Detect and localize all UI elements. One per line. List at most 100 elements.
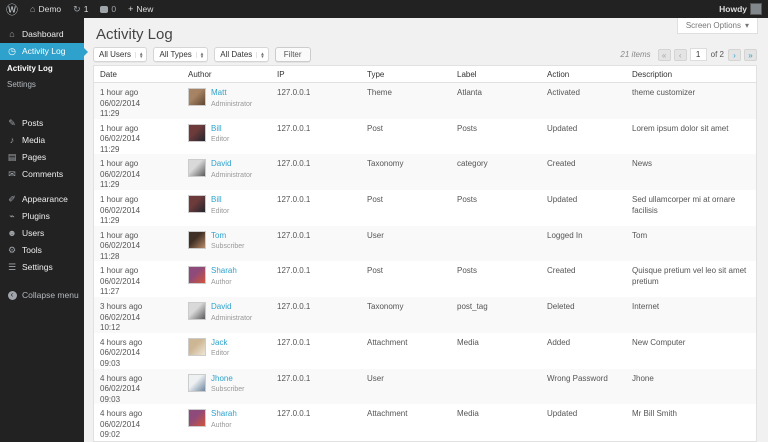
filter-button[interactable]: Filter <box>274 47 311 62</box>
first-page-button[interactable]: « <box>657 48 671 61</box>
site-name: Demo <box>38 4 62 14</box>
author-link[interactable]: Jack <box>211 338 229 349</box>
author-avatar <box>188 266 206 285</box>
type-cell: Attachment <box>367 409 408 419</box>
sidebar-item-label: Collapse menu <box>22 289 79 300</box>
screen-options-label: Screen Options <box>685 21 741 30</box>
sidebar-item-label: Posts <box>22 118 44 129</box>
action-cell: Updated <box>547 195 578 205</box>
table-row: 1 hour ago 06/02/2014 11:27 Sharah Author … <box>94 261 756 297</box>
label-cell: Posts <box>457 195 478 205</box>
update-count: 1 <box>83 4 89 14</box>
table-row: 3 hours ago 06/02/2014 10:12 David Adminis… <box>94 297 756 333</box>
total-pages-text: of 2 <box>710 50 724 59</box>
admin-sidebar: ⌂ Dashboard ◷ Activity Log Activity Log S… <box>0 18 84 442</box>
description-cell: News <box>632 159 653 169</box>
action-cell: Deleted <box>547 302 575 312</box>
my-account-link[interactable]: Howdy <box>713 0 768 18</box>
author-avatar <box>188 337 206 356</box>
sidebar-item-collapse[interactable]: ‹ Collapse menu <box>0 286 84 304</box>
author-link[interactable]: Matt <box>211 88 252 99</box>
description-cell: Internet <box>632 302 660 312</box>
author-cell: Bill Editor <box>182 119 271 155</box>
site-name-link[interactable]: ⌂ Demo <box>24 0 67 18</box>
sidebar-item-appearance[interactable]: ✐ Appearance <box>0 191 84 208</box>
type-cell: Attachment <box>367 337 408 347</box>
sidebar-item-posts[interactable]: ✎ Posts <box>0 115 84 132</box>
users-filter-value: All Users <box>99 50 132 59</box>
wordpress-logo-icon: Ⓦ <box>6 2 19 17</box>
sidebar-item-settings[interactable]: ☰ Settings <box>0 259 84 276</box>
users-filter-select[interactable]: All Users ▲ ▼ <box>93 47 148 62</box>
author-link[interactable]: David <box>211 159 252 170</box>
wp-logo-button[interactable]: Ⓦ <box>0 0 24 18</box>
sidebar-item-label: Comments <box>22 169 64 180</box>
sidebar-item-comments[interactable]: ✉ Comments <box>0 166 84 183</box>
sidebar-item-tools[interactable]: ⚙ Tools <box>0 242 84 259</box>
action-cell: Created <box>547 159 576 169</box>
ip-cell: 127.0.0.1 <box>277 159 311 169</box>
items-count: 21 items <box>620 50 651 59</box>
column-header-ip[interactable]: IP <box>271 70 361 79</box>
column-header-action[interactable]: Action <box>541 70 626 79</box>
label-cell: post_tag <box>457 302 488 312</box>
sidebar-item-dashboard[interactable]: ⌂ Dashboard <box>0 26 84 43</box>
author-link[interactable]: Bill <box>211 195 229 206</box>
submenu-item-activity-log[interactable]: Activity Log <box>0 61 84 77</box>
author-role: Administrator <box>211 100 253 108</box>
table-row: 1 hour ago 06/02/2014 11:29 David Administ… <box>94 154 756 191</box>
ip-cell: 127.0.0.1 <box>277 266 311 276</box>
column-header-date[interactable]: Date <box>94 70 182 79</box>
author-avatar <box>188 409 206 428</box>
description-cell: New Computer <box>632 337 686 347</box>
types-filter-select[interactable]: All Types ▲ ▼ <box>153 47 209 62</box>
sidebar-item-activity-log[interactable]: ◷ Activity Log <box>0 43 84 60</box>
comments-link[interactable]: 0 <box>94 0 122 18</box>
author-avatar <box>188 123 206 142</box>
submenu-item-settings[interactable]: Settings <box>0 77 84 93</box>
last-page-button[interactable]: » <box>744 48 757 61</box>
column-header-author[interactable]: Author <box>182 70 271 79</box>
column-header-type[interactable]: Type <box>361 70 451 79</box>
sidebar-item-pages[interactable]: ▤ Pages <box>0 149 84 166</box>
description-cell: theme customizer <box>632 88 696 97</box>
author-avatar <box>188 373 206 392</box>
author-link[interactable]: Tom <box>211 231 244 242</box>
type-cell: User <box>367 373 384 383</box>
date-cell: 1 hour ago 06/02/2014 11:29 <box>100 123 141 154</box>
screen-options-tab[interactable]: Screen Options ▾ <box>676 18 758 34</box>
ip-cell: 127.0.0.1 <box>277 373 311 383</box>
author-link[interactable]: Sharah <box>211 409 237 420</box>
dates-filter-select[interactable]: All Dates ▲ ▼ <box>214 47 269 62</box>
date-cell: 1 hour ago 06/02/2014 11:29 <box>100 159 141 190</box>
label-cell: Posts <box>457 123 478 133</box>
sidebar-item-users[interactable]: ☻ Users <box>0 225 84 242</box>
column-header-label[interactable]: Label <box>451 70 541 79</box>
new-label: New <box>136 4 154 14</box>
sidebar-item-media[interactable]: ♪ Media <box>0 132 84 149</box>
date-cell: 1 hour ago 06/02/2014 11:27 <box>100 266 141 297</box>
updates-link[interactable]: ↻ 1 <box>67 0 94 18</box>
author-avatar <box>188 195 206 214</box>
author-link[interactable]: David <box>211 302 252 313</box>
author-link[interactable]: Jhone <box>211 374 244 385</box>
sidebar-item-plugins[interactable]: ⌁ Plugins <box>0 208 84 225</box>
column-header-description[interactable]: Description <box>626 70 756 79</box>
prev-page-button[interactable]: ‹ <box>673 48 687 61</box>
sidebar-submenu: Activity Log Settings <box>0 60 84 97</box>
type-cell: User <box>367 230 384 240</box>
tools-icon: ⚙ <box>7 245 17 256</box>
type-cell: Post <box>367 195 384 205</box>
author-link[interactable]: Bill <box>211 124 229 135</box>
author-role: Editor <box>211 207 230 215</box>
ip-cell: 127.0.0.1 <box>277 195 311 205</box>
author-link[interactable]: Sharah <box>211 266 237 277</box>
next-page-button[interactable]: › <box>728 48 741 61</box>
new-content-link[interactable]: + New <box>122 0 159 18</box>
current-page-input[interactable] <box>689 48 707 61</box>
date-cell: 1 hour ago 06/02/2014 11:28 <box>100 230 141 261</box>
ip-cell: 127.0.0.1 <box>277 302 311 312</box>
date-cell: 4 hours ago 06/02/2014 09:03 <box>100 337 143 368</box>
description-cell: Lorem ipsum dolor sit amet <box>632 123 729 133</box>
author-cell: David Administrator <box>182 154 271 190</box>
